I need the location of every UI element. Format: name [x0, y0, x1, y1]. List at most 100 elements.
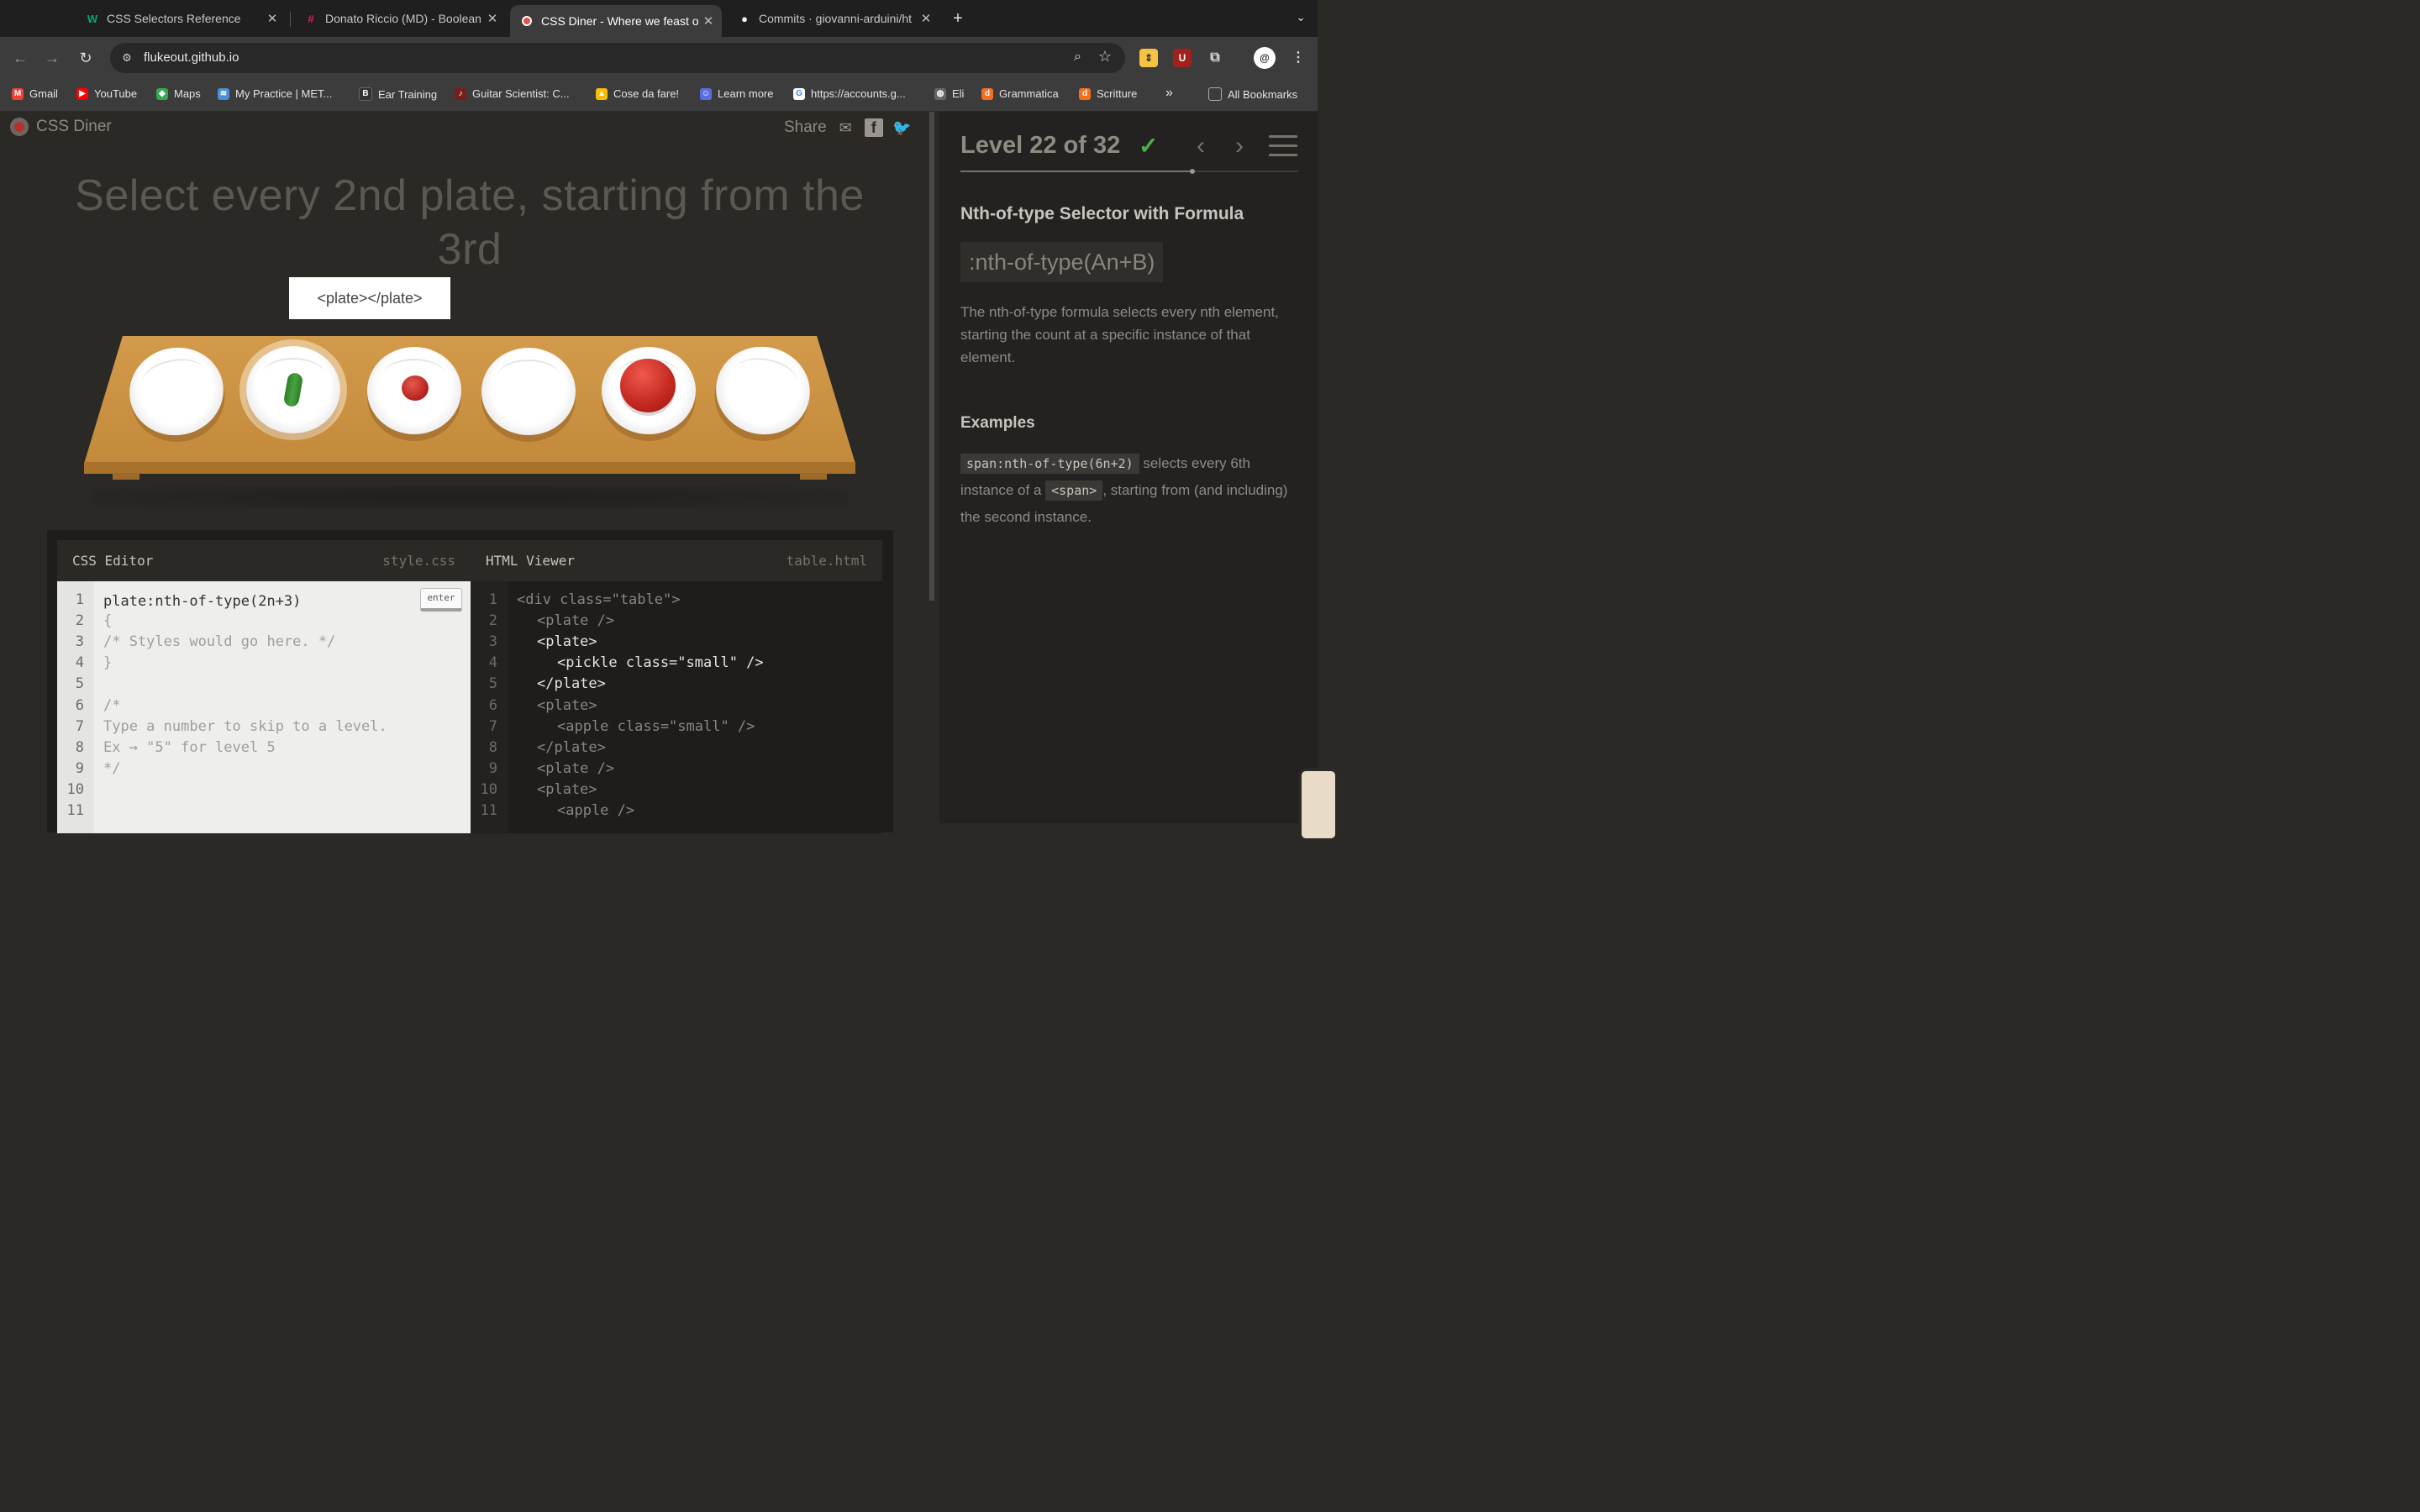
bookmark-label: YouTube — [94, 87, 138, 100]
address-bar[interactable]: ⚙ flukeout.github.io ⌕ ☆ — [110, 43, 1125, 73]
html-code-line[interactable]: <plate /> — [537, 760, 614, 777]
bookmark-item[interactable]: ▲ Cose da fare! — [596, 87, 679, 100]
bookmark-item[interactable]: d Scritture — [1079, 87, 1137, 100]
folder-icon — [1208, 87, 1222, 101]
css-editor-header: CSS Editor style.css — [57, 540, 471, 581]
close-tab-icon[interactable]: ✕ — [264, 11, 281, 26]
bookmark-item[interactable]: M Gmail — [12, 87, 58, 100]
practice-icon: ≋ — [218, 87, 229, 100]
bookmark-star-icon[interactable]: ☆ — [1098, 48, 1112, 66]
html-code-line[interactable]: </plate> — [537, 739, 606, 756]
table-leg — [800, 473, 827, 480]
browser-tab[interactable]: W CSS Selectors Reference ✕ — [76, 5, 286, 32]
css-diner-page: CSS Diner Share ✉ f 🐦 Select every 2nd p… — [0, 112, 1338, 841]
html-code-line[interactable]: </plate> — [537, 675, 606, 692]
browser-tab-active[interactable]: CSS Diner - Where we feast o ✕ — [510, 5, 722, 37]
line-number: 9 — [488, 759, 497, 777]
tab-title: CSS Diner - Where we feast o — [541, 14, 699, 28]
html-code-line[interactable]: <apple /> — [557, 802, 634, 819]
example-code: span:nth-of-type(6n+2) — [960, 454, 1139, 474]
learn-icon: ☺ — [700, 87, 712, 100]
line-number: 10 — [480, 780, 497, 798]
bookmark-item[interactable]: Ghttps://accounts.g... — [793, 87, 906, 100]
line-number: 9 — [75, 759, 84, 777]
github-icon: ● — [741, 12, 748, 25]
bookmarks-overflow-button[interactable]: » — [1165, 86, 1173, 101]
apple[interactable] — [620, 359, 676, 412]
plate[interactable] — [367, 347, 461, 434]
line-number: 1 — [75, 591, 84, 608]
next-level-button[interactable]: › — [1235, 132, 1244, 160]
extension-icon[interactable]: ⇕ — [1139, 49, 1158, 67]
share-bar: Share ✉ f 🐦 — [784, 118, 913, 137]
bookmark-label: My Practice | MET... — [235, 87, 333, 100]
reload-icon[interactable]: ↻ — [76, 48, 96, 68]
html-code-line[interactable]: <plate> — [537, 781, 597, 798]
bookmark-item[interactable]: ♪ Guitar Scientist: C... — [455, 87, 570, 100]
extensions-puzzle-icon[interactable]: ⧉ — [1206, 49, 1224, 67]
css-editor-title: CSS Editor — [72, 553, 154, 569]
bookmark-item[interactable]: ≋ My Practice | MET... — [218, 87, 332, 100]
email-icon[interactable]: ✉ — [835, 118, 856, 137]
tab-title: CSS Selectors Reference — [107, 12, 241, 25]
selector-description: The nth-of-type formula selects every nt… — [960, 304, 1279, 365]
ublock-icon[interactable]: U — [1173, 49, 1192, 67]
example-text: span:nth-of-type(6n+2) selects every 6th… — [960, 450, 1305, 531]
level-menu-icon[interactable] — [1269, 135, 1297, 163]
html-code-line[interactable]: <plate /> — [537, 612, 614, 629]
browser-menu-icon[interactable]: ⋮ — [1289, 49, 1307, 67]
selector-syntax: :nth-of-type(An+B) — [960, 242, 1164, 282]
example-code: <span> — [1045, 480, 1103, 501]
css-line-gutter: 1 2 3 4 5 6 7 8 9 10 11 — [57, 581, 94, 833]
close-tab-icon[interactable]: ✕ — [700, 13, 717, 29]
line-number: 8 — [75, 738, 84, 756]
css-code-line: Type a number to skip to a level. — [103, 717, 387, 735]
bookmark-item[interactable]: ☺ Learn more — [700, 87, 773, 100]
bookmark-item[interactable]: B Ear Training — [359, 87, 437, 101]
bookmark-label: Learn more — [718, 87, 774, 100]
bookmark-label: Maps — [174, 87, 201, 100]
site-settings-icon[interactable]: ⚙ — [118, 50, 135, 66]
new-tab-button[interactable]: + — [948, 8, 968, 29]
apple-small[interactable] — [402, 375, 429, 401]
html-code-line[interactable]: <plate> — [537, 697, 597, 714]
all-bookmarks-button[interactable]: All Bookmarks — [1208, 87, 1297, 101]
table-leg — [113, 473, 139, 480]
html-code-line[interactable]: <pickle class="small" /> — [557, 654, 764, 671]
back-icon[interactable]: ← — [10, 48, 30, 68]
logo[interactable]: CSS Diner — [10, 118, 112, 136]
maps-icon: ◆ — [156, 87, 168, 100]
help-card[interactable] — [1299, 769, 1338, 841]
plate[interactable] — [602, 347, 696, 434]
facebook-icon[interactable]: f — [864, 118, 883, 137]
level-complete-check-icon: ✓ — [1139, 133, 1159, 159]
line-number: 11 — [480, 802, 497, 819]
css-selector-input[interactable] — [103, 591, 389, 612]
tab-search-icon[interactable]: ⌄ — [1296, 10, 1306, 24]
bookmark-item[interactable]: d Grammatica — [981, 87, 1059, 100]
plate-highlighted[interactable] — [246, 346, 340, 433]
html-code-line[interactable]: <apple class="small" /> — [557, 718, 755, 735]
html-code-line[interactable]: <div class="table"> — [517, 591, 680, 608]
profile-avatar-icon[interactable]: @ — [1254, 47, 1276, 69]
bookmark-label: Cose da fare! — [613, 87, 680, 100]
panel-divider[interactable] — [929, 112, 934, 601]
enter-button[interactable]: enter — [420, 588, 462, 612]
zoom-icon[interactable]: ⌕ — [1074, 50, 1081, 65]
browser-tab[interactable]: ● Commits · giovanni-arduini/ht ✕ — [728, 5, 939, 32]
line-number: 10 — [66, 780, 84, 798]
level-indicator[interactable]: Level 22 of 32 — [960, 132, 1120, 160]
twitter-icon[interactable]: 🐦 — [892, 118, 913, 137]
forward-icon[interactable]: → — [42, 48, 62, 68]
url-text[interactable]: flukeout.github.io — [144, 50, 239, 65]
bookmark-label: Ear Training — [378, 87, 438, 101]
close-tab-icon[interactable]: ✕ — [484, 11, 501, 26]
plate[interactable] — [481, 348, 576, 435]
close-tab-icon[interactable]: ✕ — [918, 11, 934, 26]
bookmark-item[interactable]: ▶ YouTube — [76, 87, 137, 100]
previous-level-button[interactable]: ‹ — [1197, 132, 1205, 160]
bookmark-item[interactable]: ◆ Maps — [156, 87, 201, 100]
bookmark-item[interactable]: ◍ Eli — [934, 87, 964, 100]
browser-tab[interactable]: # Donato Riccio (MD) - Boolean ✕ — [294, 5, 506, 32]
html-code-line[interactable]: <plate> — [537, 633, 597, 650]
